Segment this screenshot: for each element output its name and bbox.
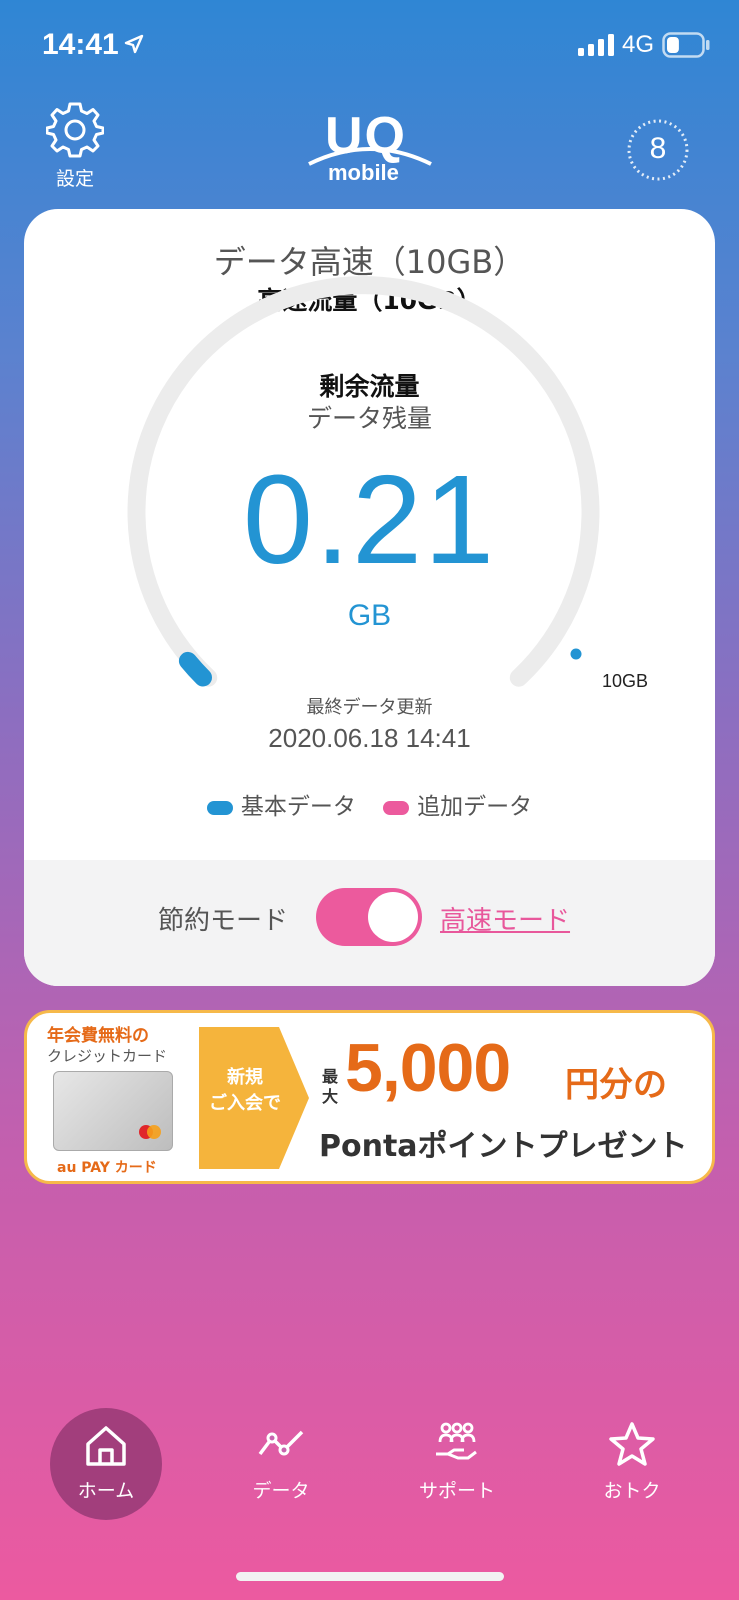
gauge-end-dot [570, 648, 582, 660]
logo-text-mobile: mobile [328, 160, 399, 185]
location-arrow-icon [124, 34, 144, 54]
home-icon [86, 1426, 126, 1466]
logo-text-uq: UQ [325, 107, 407, 165]
support-icon [436, 1422, 477, 1460]
legend-basic-data: 基本データ [206, 787, 356, 821]
nav-item-home[interactable]: ホーム [51, 1420, 161, 1510]
remaining-unit: GB [347, 599, 392, 632]
banner-arrow-text-1: 新規 [227, 1067, 263, 1088]
banner-arrow-text-2: ご入会で [209, 1093, 281, 1114]
banner-brand: au PAY カード [57, 1160, 157, 1176]
banner-max-label: 最大 [322, 1067, 339, 1106]
battery-icon [662, 32, 710, 58]
settings-button[interactable]: 設定 [40, 100, 110, 195]
credit-card-image [53, 1071, 173, 1151]
banner-free-fee-text: 年会費無料の [47, 1026, 149, 1046]
legend-label-additional: 追加データ [417, 794, 533, 820]
uq-mobile-logo: UQ mobile [305, 107, 435, 188]
star-icon [609, 1422, 655, 1466]
legend-swatch-additional [383, 800, 410, 815]
toggle-knob [368, 892, 418, 942]
nav-label-deals: おトク [603, 1480, 661, 1502]
home-indicator[interactable] [236, 1572, 504, 1581]
banner-ponta-text: Pontaポイントプレゼント [319, 1129, 688, 1164]
mastercard-icon [139, 1125, 161, 1139]
nav-label-support: サポート [418, 1480, 495, 1502]
status-bar: 14:41 4G [0, 0, 739, 90]
data-usage-card: データ高速（10GB） 高速流量（10GB） 剰余流量 データ残量 0.21 G… [24, 209, 715, 986]
nav-item-support[interactable]: サポート [402, 1420, 512, 1510]
counter-value: 8 [649, 132, 667, 165]
legend-swatch-basic [206, 800, 233, 815]
saving-mode-label: 節約モード [158, 906, 289, 936]
banner-amount-suffix: 円分の [565, 1065, 667, 1105]
gauge-legend: 基本データ 追加データ [24, 787, 715, 821]
speed-mode-bar: 節約モード 高速モード [24, 860, 715, 986]
nav-item-data[interactable]: データ [226, 1420, 336, 1510]
remaining-label-cn: 剰余流量 [319, 372, 420, 401]
banner-new-member-text: 新規 ご入会で [205, 1065, 285, 1117]
signal-icon [578, 34, 614, 56]
legend-label-basic: 基本データ [240, 794, 356, 820]
status-time: 14:41 [42, 28, 119, 61]
high-speed-mode-link[interactable]: 高速モード [440, 900, 570, 937]
gauge-fill [178, 651, 212, 687]
remaining-value: 0.21 [242, 449, 497, 590]
chart-line-icon [258, 1430, 304, 1456]
last-updated-label: 最終データ更新 [306, 697, 433, 718]
legend-additional-data: 追加データ [383, 787, 532, 821]
speed-mode-toggle[interactable] [316, 888, 422, 946]
capacity-label: 10GB [602, 671, 649, 691]
banner-amount: 5,000 [345, 1030, 511, 1106]
network-type: 4G [622, 31, 655, 58]
banner-credit-card-text: クレジットカード [47, 1047, 168, 1065]
nav-label-home: ホーム [77, 1480, 135, 1502]
gear-icon [45, 102, 105, 158]
nav-item-deals[interactable]: おトク [577, 1420, 687, 1510]
promo-banner[interactable]: 年会費無料の クレジットカード au PAY カード 新規 ご入会で 最大 5,… [24, 1010, 715, 1184]
remaining-label: データ残量 [306, 404, 432, 433]
settings-label: 設定 [55, 168, 94, 190]
last-updated-value: 2020.06.18 14:41 [268, 723, 471, 753]
notification-counter[interactable]: 8 [626, 118, 690, 182]
nav-label-data: データ [252, 1480, 310, 1502]
